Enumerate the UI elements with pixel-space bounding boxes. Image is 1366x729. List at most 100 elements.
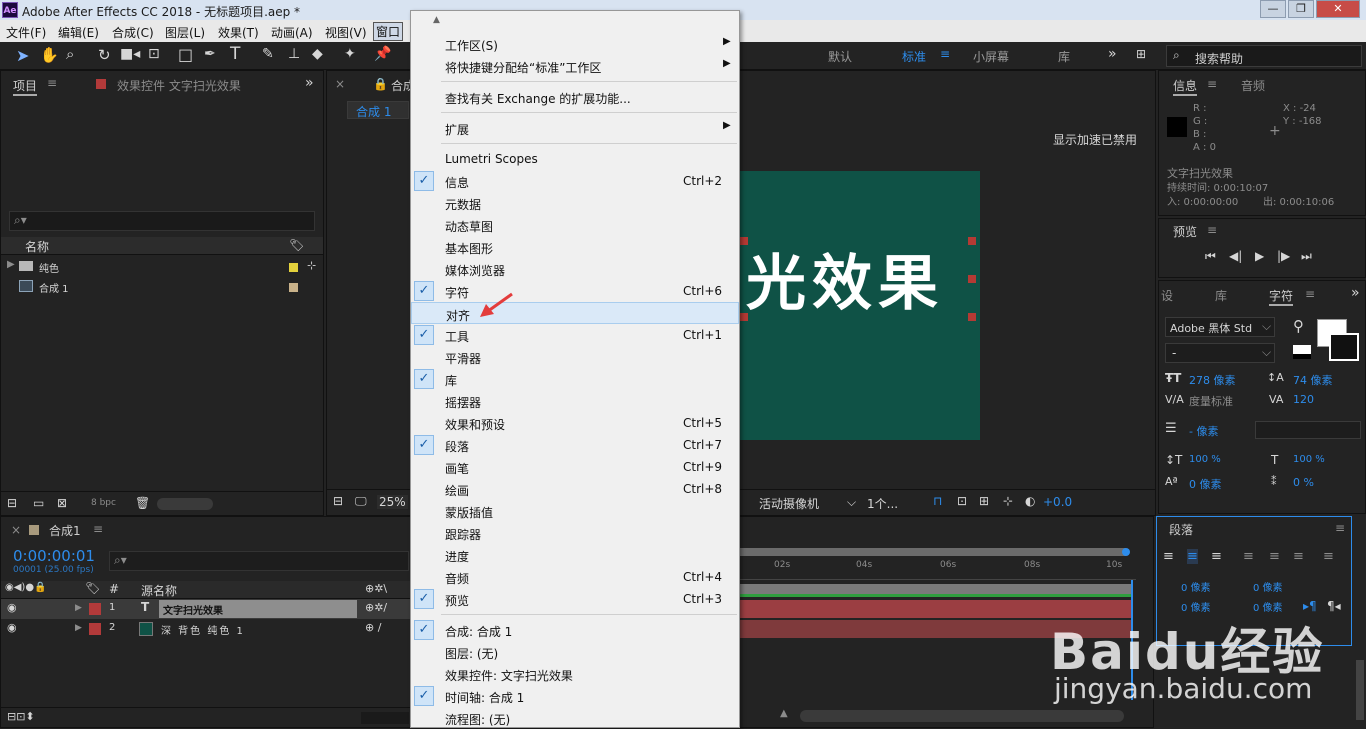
tab-effect-controls[interactable]: 效果控件 文字扫光效果 xyxy=(117,77,241,94)
visibility-eye-icon[interactable]: ◉ xyxy=(7,621,17,634)
tab-timeline[interactable]: 合成1 xyxy=(49,522,81,539)
menu-item[interactable]: ✓ 合成: 合成 1 xyxy=(411,619,739,641)
kerning-value[interactable]: 度量标准 xyxy=(1189,393,1233,409)
views-select[interactable]: 1个... xyxy=(867,495,898,512)
bounding-handle[interactable] xyxy=(740,313,748,321)
panel-menu-icon[interactable]: ≡ xyxy=(93,522,103,536)
menu-item[interactable]: 效果和预设 Ctrl+5 xyxy=(411,412,739,434)
label-color[interactable] xyxy=(289,283,298,292)
menu-item[interactable]: ✓ 段落 Ctrl+7 xyxy=(411,434,739,456)
layer-switches-icon[interactable]: ⊕ / xyxy=(365,621,381,634)
render-preview-icon[interactable]: ⊡ xyxy=(957,494,967,508)
column-name[interactable]: 名称 xyxy=(25,238,49,255)
rotate-tool-icon[interactable]: ↻ xyxy=(98,46,111,64)
work-area-end-handle[interactable] xyxy=(1122,548,1130,556)
workspace-library[interactable]: 库 xyxy=(1058,48,1070,65)
baseline-shift-value[interactable]: 0 像素 xyxy=(1189,476,1222,492)
layer-label-color[interactable] xyxy=(89,603,101,615)
sync-settings-icon[interactable]: ⊞ xyxy=(1136,47,1146,61)
zoom-level[interactable]: 25% xyxy=(377,495,408,509)
menu-item[interactable]: 将快捷键分配给“标准”工作区 ▶ xyxy=(411,55,739,77)
brush-tool-icon[interactable]: ✎ xyxy=(262,46,274,62)
layer-row-2[interactable]: ◉ ▶ 2 深 背色 纯色 1 ⊕ / xyxy=(1,619,411,639)
stroke-color-swatch[interactable] xyxy=(1329,333,1359,361)
panel-menu-icon[interactable]: ≡ xyxy=(1207,77,1217,91)
first-frame-icon[interactable]: ⏮ xyxy=(1205,249,1216,264)
layer-search-input[interactable]: ⌕▾ xyxy=(109,551,409,571)
layer-label-color[interactable] xyxy=(89,623,101,635)
menu-item[interactable]: 对齐 xyxy=(411,302,739,324)
tab-project[interactable]: 项目 xyxy=(13,77,38,96)
ltr-direction-icon[interactable]: ▸¶ xyxy=(1303,599,1317,613)
menu-item[interactable]: 绘画 Ctrl+8 xyxy=(411,478,739,500)
menu-view[interactable]: 视图(V) xyxy=(325,24,367,41)
interpret-footage-icon[interactable]: ⊟ xyxy=(7,496,17,510)
menu-window[interactable]: 窗口 xyxy=(373,22,404,41)
tracking-value[interactable]: 120 xyxy=(1293,393,1314,406)
comp-switches-icon[interactable]: ⊟⊡⬍ xyxy=(7,710,35,723)
scrollbar[interactable] xyxy=(1356,660,1364,720)
menu-item[interactable]: 音频 Ctrl+4 xyxy=(411,566,739,588)
menu-item[interactable]: 扩展 ▶ xyxy=(411,117,739,139)
stroke-type-select[interactable] xyxy=(1255,421,1361,439)
column-source-name[interactable]: 源名称 xyxy=(141,582,177,599)
time-ruler[interactable]: 02s 04s 06s 08s 10s xyxy=(740,558,1136,580)
thumbnail-slider[interactable] xyxy=(157,498,213,510)
menu-item[interactable]: 画笔 Ctrl+9 xyxy=(411,456,739,478)
menu-item[interactable]: 流程图: (无) xyxy=(411,707,739,729)
zoom-tool-icon[interactable]: ⌕ xyxy=(66,45,74,63)
layer-row-1[interactable]: ◉ ▶ 1 T 文字扫光效果 ⊕✲/ xyxy=(1,599,411,619)
puppet-tool-icon[interactable]: ✦ xyxy=(344,46,356,62)
menu-item[interactable]: ✓ 信息 Ctrl+2 xyxy=(411,170,739,192)
menu-item[interactable]: Lumetri Scopes xyxy=(411,148,739,170)
timeline-zoom-slider[interactable] xyxy=(800,710,1124,722)
menu-composition[interactable]: 合成(C) xyxy=(112,24,154,41)
panel-menu-icon[interactable]: ≡ xyxy=(47,76,57,90)
workspace-standard[interactable]: 标准 xyxy=(902,48,926,65)
panel-menu-icon[interactable]: ≡ xyxy=(1207,223,1217,237)
pen-tool-icon[interactable]: ✒ xyxy=(204,46,216,62)
bounding-handle[interactable] xyxy=(740,237,748,245)
menu-item[interactable]: ✓ 字符 Ctrl+6 xyxy=(411,280,739,302)
menu-item[interactable]: ✓ 时间轴: 合成 1 xyxy=(411,685,739,707)
flowchart-icon[interactable]: ⊹ xyxy=(1003,494,1013,508)
layer-2-duration-bar[interactable] xyxy=(740,620,1132,638)
camera-dropdown-icon[interactable]: ⌵ xyxy=(847,495,856,510)
menu-layer[interactable]: 图层(L) xyxy=(165,24,205,41)
play-icon[interactable]: ▶ xyxy=(1255,249,1264,263)
project-item-folder[interactable]: ▶ 纯色 ⊹ xyxy=(1,257,323,277)
trash-icon[interactable]: 🗑 xyxy=(135,496,150,510)
next-frame-icon[interactable]: |▶ xyxy=(1277,249,1290,263)
snapshot-icon[interactable]: ⊟ xyxy=(333,494,343,508)
lock-icon[interactable]: 🔒 xyxy=(373,77,388,91)
transparency-grid-icon[interactable]: ⊞ xyxy=(979,494,989,508)
menu-item[interactable]: 图层: (无) xyxy=(411,641,739,663)
menu-effect[interactable]: 效果(T) xyxy=(218,24,259,41)
eraser-tool-icon[interactable]: ◆ xyxy=(312,46,323,62)
label-color[interactable] xyxy=(289,263,298,272)
zoom-out-icon[interactable]: ▲ xyxy=(780,708,788,719)
tab-settings[interactable]: 设 xyxy=(1161,287,1173,304)
expand-arrow-icon[interactable]: ▶ xyxy=(75,623,82,633)
pin-tool-icon[interactable]: 📌 xyxy=(374,46,391,62)
current-timecode[interactable]: 0:00:00:01 xyxy=(13,547,95,565)
menu-file[interactable]: 文件(F) xyxy=(6,24,46,41)
horizontal-scale-value[interactable]: 100 % xyxy=(1293,454,1325,465)
camera-tool-icon[interactable]: ■◂ xyxy=(120,46,140,62)
space-after-value[interactable]: 0 像素 xyxy=(1253,599,1283,614)
menu-item[interactable]: 效果控件: 文字扫光效果 xyxy=(411,663,739,685)
label-column-icon[interactable]: 🏷 xyxy=(289,238,304,252)
close-tab-icon[interactable]: × xyxy=(335,77,345,91)
menu-item[interactable]: 平滑器 xyxy=(411,346,739,368)
justify-all-icon[interactable]: ≡ xyxy=(1323,549,1334,564)
region-of-interest-icon[interactable]: ⊓ xyxy=(933,494,942,508)
expand-arrow-icon[interactable]: ▶ xyxy=(7,259,15,270)
stroke-width-value[interactable]: - 像素 xyxy=(1189,423,1218,439)
menu-item[interactable]: 媒体浏览器 xyxy=(411,258,739,280)
hand-tool-icon[interactable]: ✋ xyxy=(40,46,59,64)
menu-item[interactable]: 工作区(S) ▶ xyxy=(411,33,739,55)
menu-item[interactable]: ✓ 预览 Ctrl+3 xyxy=(411,588,739,610)
playhead-line[interactable] xyxy=(1131,580,1133,700)
tab-info[interactable]: 信息 xyxy=(1173,77,1198,96)
visibility-eye-icon[interactable]: ◉ xyxy=(7,601,17,614)
